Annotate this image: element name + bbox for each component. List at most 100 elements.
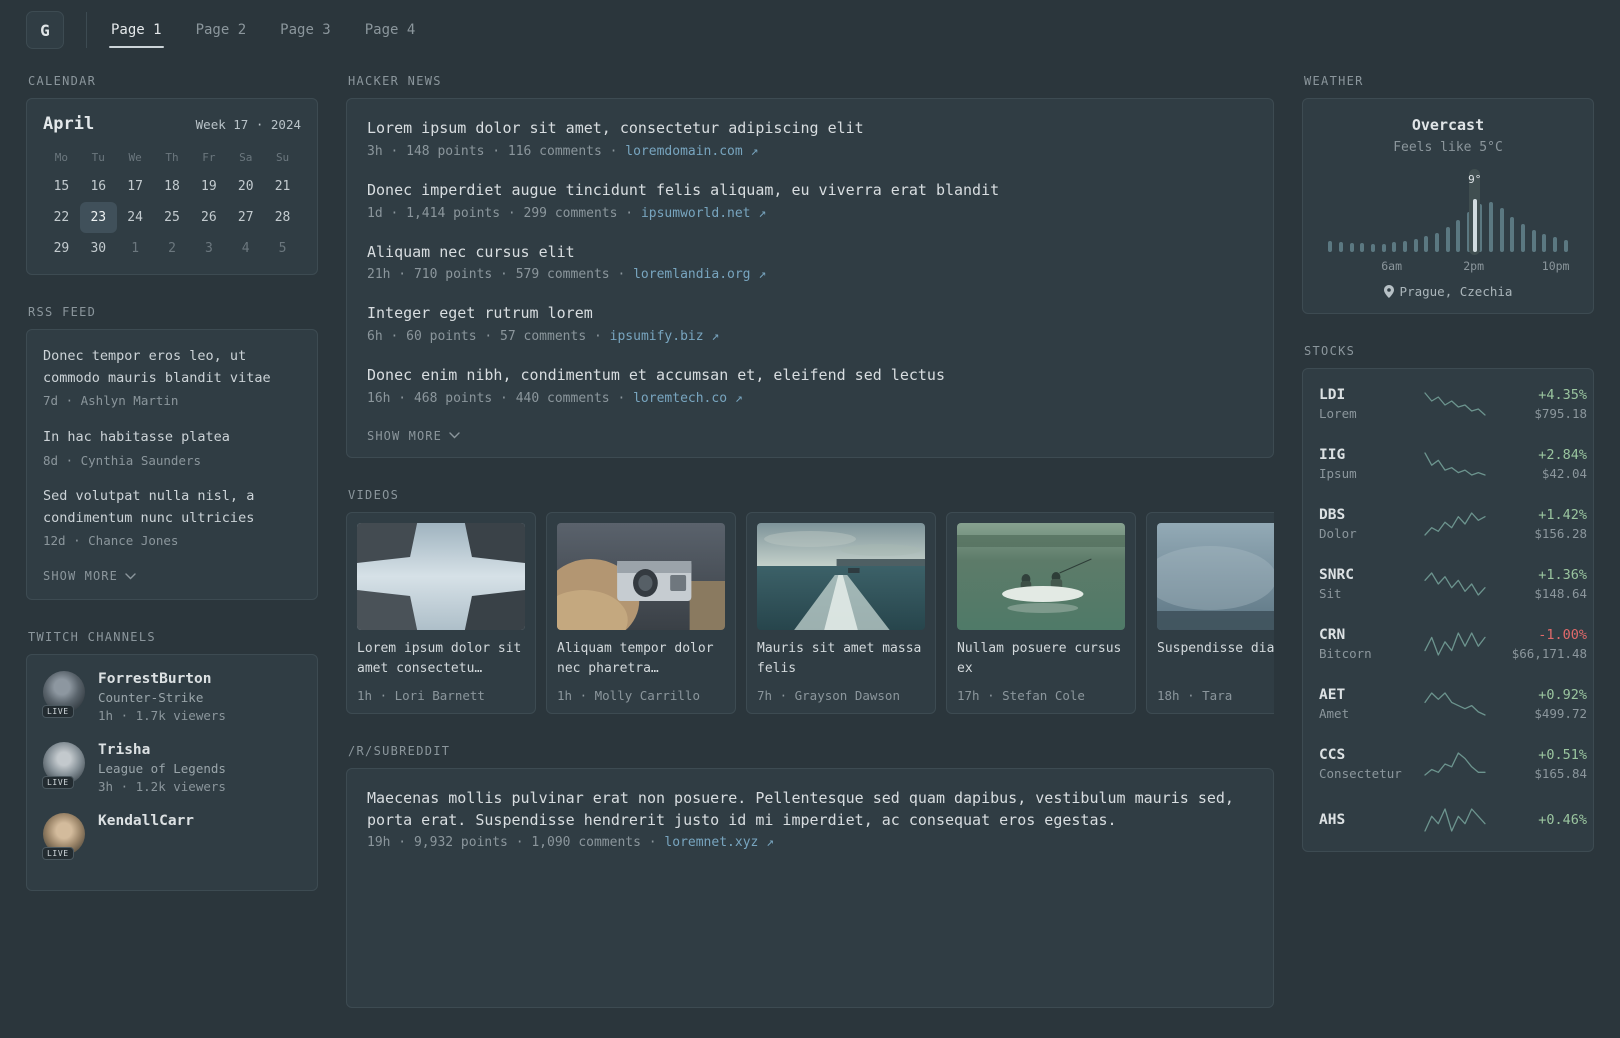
calendar-day: 20 (237, 179, 254, 194)
weather-bar-fill (1328, 241, 1333, 252)
twitch-channel-info: Trisha League of Legends 3h · 1.2k viewers (98, 742, 226, 794)
hackernews-item-title[interactable]: Donec enim nibh, condimentum et accumsan… (367, 365, 1253, 387)
weather-bar (1325, 169, 1336, 255)
rss-item-title[interactable]: Donec tempor eros leo, ut commodo mauris… (43, 346, 301, 389)
hackernews-item-domain-link[interactable]: loremdomain.com ↗ (625, 144, 758, 159)
twitch-channel-name[interactable]: Trisha (98, 742, 226, 758)
calendar-day-selected: 23 (79, 202, 117, 233)
video-title[interactable]: Aliquam tempor dolor nec pharetra… (557, 639, 725, 683)
weather-bar-fill (1489, 202, 1494, 252)
middle-column: HACKER NEWS Lorem ipsum dolor sit amet, … (346, 74, 1274, 1038)
header-divider (86, 12, 87, 48)
tab-page-3[interactable]: Page 3 (278, 12, 333, 48)
twitch-list: LIVE ForrestBurton Counter-Strike 1h · 1.7k… (42, 671, 301, 861)
calendar-day: 3 (204, 241, 213, 256)
rss-item-title[interactable]: Sed volutpat nulla nisl, a condimentum n… (43, 486, 301, 529)
video-title[interactable]: Nullam posuere cursus ex (957, 639, 1125, 683)
video-title[interactable]: Mauris sit amet massa felis (757, 639, 925, 683)
external-link-icon: ↗ (750, 143, 759, 159)
video-card[interactable]: Mauris sit amet massa felis 7h · Grayson … (746, 511, 936, 714)
stock-info: DBS Dolor (1319, 507, 1423, 541)
logo[interactable]: G (26, 11, 64, 49)
calendar-day: 15 (53, 179, 70, 194)
stock-row[interactable]: IIG Ipsum +2.84% $42.04 (1303, 434, 1593, 494)
hackernews-item-title[interactable]: Lorem ipsum dolor sit amet, consectetur … (367, 118, 1253, 140)
live-badge: LIVE (42, 847, 74, 861)
weather-bar-fill (1563, 240, 1568, 252)
stock-name: Bitcorn (1319, 646, 1372, 661)
stock-symbol: IIG (1319, 447, 1346, 463)
subreddit-card: Maecenas mollis pulvinar erat non posuer… (346, 767, 1274, 1008)
subreddit-post-domain-link[interactable]: loremnet.xyz ↗ (664, 835, 774, 850)
calendar-dow-label: Sa (239, 151, 253, 164)
external-link-icon: ↗ (734, 390, 743, 406)
video-card[interactable]: Nullam posuere cursus ex 17h · Stefan Col… (946, 511, 1136, 714)
video-card[interactable]: Suspendisse diam 18h · Tara (1146, 511, 1274, 714)
calendar-dow-label: Fr (202, 151, 216, 164)
stock-row[interactable]: LDI Lorem +4.35% $795.18 (1303, 374, 1593, 434)
calendar-day: 2 (168, 241, 176, 256)
hackernews-item-title[interactable]: Donec imperdiet augue tincidunt felis al… (367, 180, 1253, 202)
weather-bar (1357, 169, 1368, 255)
external-link-icon: ↗ (766, 835, 774, 851)
weather-time-label: 2pm (1463, 259, 1485, 273)
hackernews-item-domain-link[interactable]: loremtech.co ↗ (633, 391, 743, 406)
weather-time-label: 6am (1381, 259, 1403, 273)
calendar-dow-label: Su (275, 151, 290, 164)
stock-price: $156.28 (1534, 526, 1587, 541)
hackernews-show-more-button[interactable]: SHOW MORE (367, 427, 460, 443)
stock-row[interactable]: AHS +0.46% (1303, 794, 1593, 846)
tab-page-1[interactable]: Page 1 (109, 12, 164, 48)
stock-row[interactable]: AET Amet +0.92% $499.72 (1303, 674, 1593, 734)
live-badge: LIVE (42, 776, 74, 790)
dashboard: G Page 1 Page 2 Page 3 Page 4 CALENDAR Apri… (0, 0, 1620, 1038)
twitch-channel[interactable]: LIVE KendallCarr (42, 813, 301, 861)
calendar-widget: CALENDAR April Week 17 · 2024 Mo Tu We Th Fr… (26, 74, 318, 275)
stock-row[interactable]: DBS Dolor +1.42% $156.28 (1303, 494, 1593, 554)
twitch-channel-meta: 3h · 1.2k viewers (98, 779, 226, 795)
hackernews-item-title[interactable]: Integer eget rutrum lorem (367, 303, 1253, 325)
video-card[interactable]: Lorem ipsum dolor sit amet consectetu… 1h… (346, 511, 536, 714)
tab-page-2[interactable]: Page 2 (194, 12, 249, 48)
hackernews-item-domain-link[interactable]: ipsumworld.net ↗ (641, 206, 766, 221)
widget-title-hackernews: HACKER NEWS (348, 74, 442, 88)
weather-bar (1432, 169, 1443, 255)
stock-row[interactable]: CRN Bitcorn -1.00% $66,171.48 (1303, 614, 1593, 674)
twitch-channel[interactable]: LIVE ForrestBurton Counter-Strike 1h · 1.7k… (42, 671, 301, 723)
stock-change: -1.00% (1538, 627, 1587, 643)
columns: CALENDAR April Week 17 · 2024 Mo Tu We Th Fr… (0, 48, 1620, 1038)
twitch-channel-name[interactable]: ForrestBurton (98, 671, 226, 687)
rss-item-title[interactable]: In hac habitasse platea (43, 427, 301, 449)
twitch-channel-game: League of Legends (98, 761, 226, 777)
calendar-dow-label: Th (165, 151, 179, 164)
calendar-day: 24 (127, 210, 143, 225)
video-title[interactable]: Suspendisse diam (1157, 639, 1274, 683)
hackernews-item-domain-link[interactable]: loremlandia.org ↗ (633, 267, 766, 282)
twitch-channel-name[interactable]: KendallCarr (98, 813, 194, 829)
twitch-channel[interactable]: LIVE Trisha League of Legends 3h · 1.2k vie… (42, 742, 301, 794)
hackernews-item-meta: 3h · 148 points · 116 comments · loremdo… (367, 143, 759, 159)
hackernews-item-title[interactable]: Aliquam nec cursus elit (367, 242, 1253, 264)
video-card[interactable]: Aliquam tempor dolor nec pharetra… 1h · M… (546, 511, 736, 714)
weather-bar (1507, 169, 1518, 255)
video-title[interactable]: Lorem ipsum dolor sit amet consectetu… (357, 639, 525, 683)
stock-name: Sit (1319, 586, 1342, 601)
weather-bar-fill (1445, 227, 1450, 252)
tab-page-4[interactable]: Page 4 (363, 12, 418, 48)
weather-bar-fill (1360, 243, 1365, 252)
stock-name: Ipsum (1319, 466, 1357, 481)
live-badge: LIVE (42, 705, 74, 719)
weather-bar-fill (1392, 242, 1397, 252)
stock-row[interactable]: CCS Consectetur +0.51% $165.84 (1303, 734, 1593, 794)
stock-symbol: SNRC (1319, 567, 1354, 583)
calendar-dow-label: Mo (54, 151, 69, 164)
video-meta: 1h · Lori Barnett (357, 687, 485, 703)
stock-symbol: CCS (1319, 747, 1346, 763)
external-link-icon: ↗ (758, 267, 767, 283)
hackernews-item-domain-link[interactable]: ipsumify.biz ↗ (610, 329, 720, 344)
rss-show-more-button[interactable]: SHOW MORE (43, 567, 136, 583)
twitch-channel-info: ForrestBurton Counter-Strike 1h · 1.7k vie… (98, 671, 226, 723)
hackernews-item: Donec enim nibh, condimentum et accumsan… (367, 365, 1253, 406)
stock-row[interactable]: SNRC Sit +1.36% $148.64 (1303, 554, 1593, 614)
subreddit-post-title[interactable]: Maecenas mollis pulvinar erat non posuer… (367, 788, 1253, 832)
